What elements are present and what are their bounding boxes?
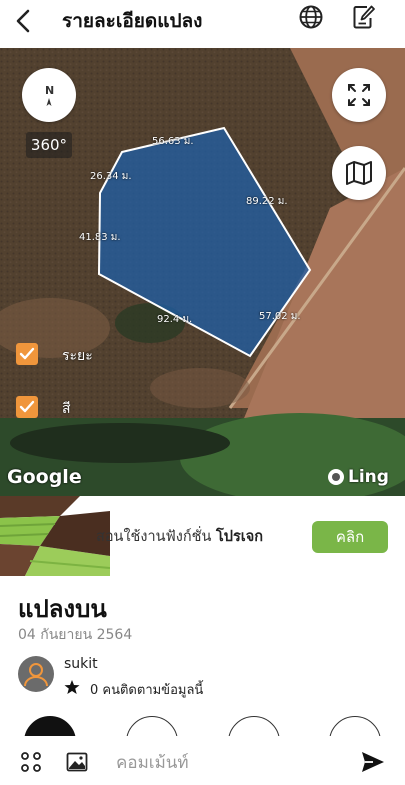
star-icon[interactable] (64, 679, 80, 695)
distance-label-top-left: 26.34 ม. (90, 171, 132, 182)
followers-count: 0 คนติดตามข้อมูลนี้ (90, 683, 204, 698)
top-app-bar: รายละเอียดแปลง (0, 0, 405, 48)
comment-input[interactable]: คอมเม้นท์ (116, 749, 189, 776)
banner-text: สอนใช้งานฟังก์ชั่น โปรเจก (96, 525, 263, 548)
banner-text-bold: โปรเจก (216, 529, 264, 545)
satellite-map[interactable]: 56.63 ม. 26.34 ม. 89.22 ม. 41.83 ม. 92.4… (0, 48, 405, 496)
fullscreen-button[interactable] (332, 68, 386, 122)
page-title: รายละเอียดแปลง (62, 10, 203, 32)
map-type-button[interactable] (332, 146, 386, 200)
plot-date: 04 กันยายน 2564 (18, 627, 133, 643)
farm-field-illustration (0, 496, 110, 576)
comment-bar: คอมเม้นท์ (0, 736, 405, 785)
globe-icon[interactable] (298, 4, 324, 30)
compass-button[interactable]: N (22, 68, 76, 122)
expand-icon (348, 84, 370, 106)
owner-username[interactable]: sukit (64, 656, 98, 672)
apps-icon[interactable] (20, 751, 42, 773)
distance-label-right: 89.22 ม. (246, 196, 288, 207)
distance-label-top: 56.63 ม. (152, 136, 194, 147)
compass-north-label: N (45, 84, 55, 97)
banner-click-button[interactable]: คลิก (312, 521, 388, 553)
edit-icon[interactable] (352, 4, 376, 30)
chevron-left-icon[interactable] (10, 6, 38, 36)
image-icon[interactable] (66, 751, 88, 773)
user-icon (24, 663, 48, 687)
color-toggle-checkbox[interactable] (16, 396, 38, 418)
view-360-button[interactable]: 360° (26, 132, 72, 158)
send-icon[interactable] (360, 750, 386, 774)
google-attribution: Google (7, 466, 82, 488)
distance-label-bottom-right: 57.02 ม. (259, 311, 301, 322)
check-icon (19, 400, 35, 413)
check-icon (19, 347, 35, 360)
map-icon (346, 161, 372, 185)
ling-brand-text: Ling (348, 467, 389, 487)
distance-label-bottom: 92.4 ม. (157, 314, 193, 325)
banner-text-regular: สอนใช้งานฟังก์ชั่น (96, 529, 217, 545)
distance-toggle-label: ระยะ (62, 348, 93, 364)
tutorial-banner[interactable]: สอนใช้งานฟังก์ชั่น โปรเจก คลิก (0, 496, 405, 576)
ling-logo-icon (328, 469, 344, 485)
distance-toggle-checkbox[interactable] (16, 343, 38, 365)
avatar[interactable] (18, 656, 54, 692)
color-toggle-label: สี (62, 401, 71, 417)
ling-watermark: Ling (328, 467, 389, 487)
distance-label-left: 41.83 ม. (79, 232, 121, 243)
plot-title: แปลงบน (18, 595, 107, 623)
